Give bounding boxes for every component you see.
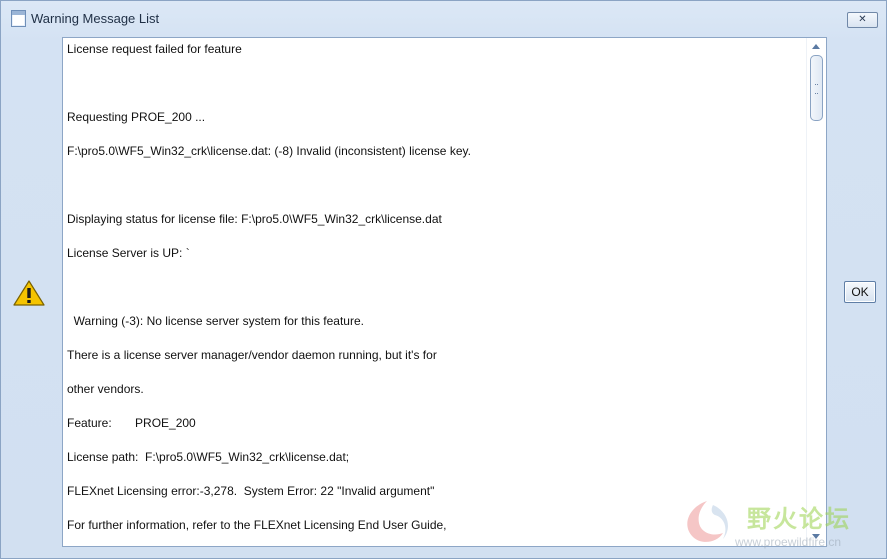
title-bar[interactable]: Warning Message List ✕ xyxy=(1,1,886,35)
flame-logo-icon xyxy=(687,501,728,542)
ok-button[interactable]: OK xyxy=(844,281,876,303)
scrollbar-thumb[interactable] xyxy=(810,55,823,121)
message-line: FLEXnet Licensing error:-3,278. System E… xyxy=(67,484,435,498)
message-line: License Server is UP: ` xyxy=(67,246,190,260)
scroll-up-icon[interactable] xyxy=(812,44,820,49)
message-line: There is a license server manager/vendor… xyxy=(67,348,437,362)
message-line: Warning (-3): No license server system f… xyxy=(67,314,364,328)
grip-icon xyxy=(815,84,818,94)
watermark-url: www.proewildfire.cn xyxy=(735,535,842,549)
message-line: Displaying status for license file: F:\p… xyxy=(67,212,442,226)
message-line: F:\pro5.0\WF5_Win32_crk\license.dat: (-8… xyxy=(67,144,471,158)
close-button[interactable]: ✕ xyxy=(847,12,878,28)
window-icon xyxy=(11,10,26,27)
message-list-box[interactable]: License request failed for feature Reque… xyxy=(62,37,827,547)
message-line: License path: F:\pro5.0\WF5_Win32_crk\li… xyxy=(67,450,350,464)
vertical-scrollbar[interactable] xyxy=(806,38,826,546)
forum-watermark: 野火论坛 www.proewildfire.cn xyxy=(677,495,877,557)
message-line: Requesting PROE_200 ... xyxy=(67,110,206,124)
watermark-text: 野火论坛 xyxy=(747,505,851,533)
message-line: Feature: PROE_200 xyxy=(67,416,196,430)
warning-dialog: Warning Message List ✕ License request f… xyxy=(0,0,887,559)
message-line: For further information, refer to the FL… xyxy=(67,518,447,532)
warning-icon xyxy=(13,280,45,306)
message-text-area[interactable]: License request failed for feature Reque… xyxy=(67,38,802,546)
message-line: License request failed for feature xyxy=(67,42,242,56)
message-line: other vendors. xyxy=(67,382,144,396)
window-title: Warning Message List xyxy=(31,11,160,26)
